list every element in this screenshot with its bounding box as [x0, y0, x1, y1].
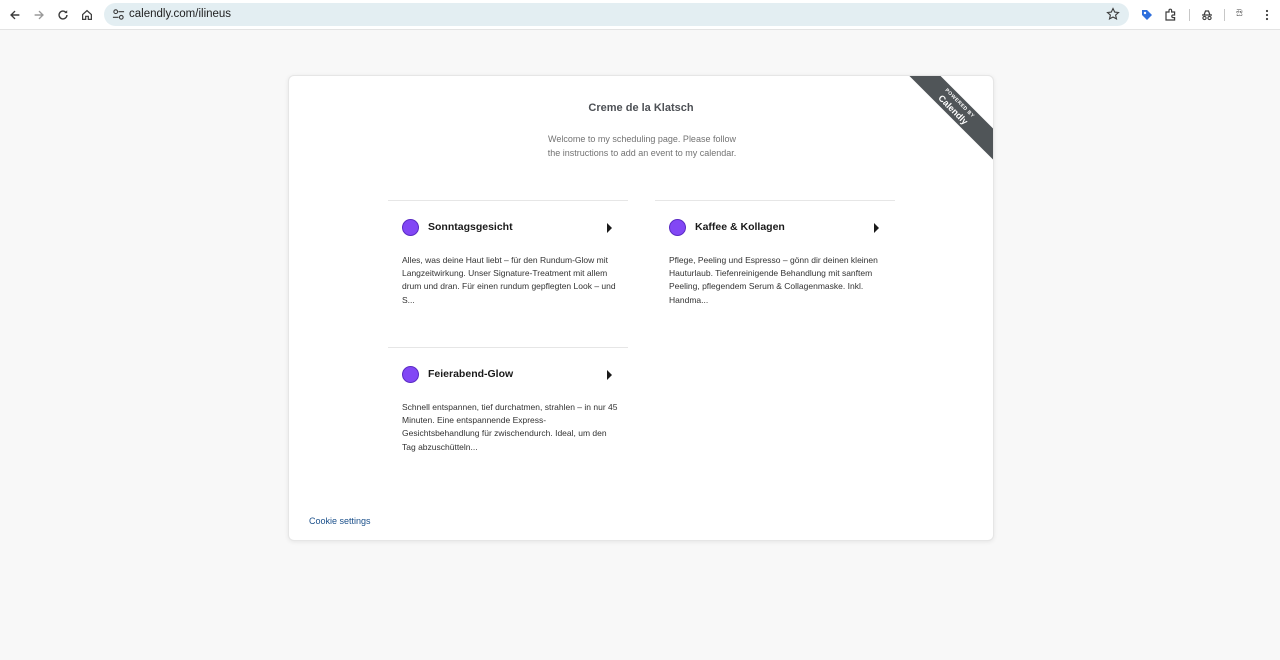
- event-description: Alles, was deine Haut liebt – für den Ru…: [402, 255, 616, 305]
- event-color-dot: [669, 219, 686, 236]
- url-text[interactable]: calendly.com/ilineus: [129, 3, 231, 26]
- caret-right-icon[interactable]: [607, 370, 612, 380]
- menu-kebab-icon[interactable]: [1259, 7, 1275, 23]
- reload-icon[interactable]: [53, 5, 73, 25]
- scheduling-card: POWERED BY Calendly Creme de la Klatsch …: [288, 75, 994, 541]
- powered-by-calendly-badge[interactable]: POWERED BY Calendly: [895, 76, 993, 168]
- profile-button[interactable]: ಔ: [1236, 8, 1243, 19]
- badge-powered-by: POWERED BY: [943, 87, 976, 120]
- cookie-settings-link[interactable]: Cookie settings: [309, 516, 371, 526]
- site-settings-icon[interactable]: [112, 8, 125, 21]
- page-title: Creme de la Klatsch: [588, 102, 694, 114]
- event-type-feierabend-glow[interactable]: Feierabend-Glow Schnell entspannen, tief…: [388, 347, 628, 494]
- browser-toolbar: calendly.com/ilineus ಔ: [0, 0, 1280, 30]
- address-bar[interactable]: calendly.com/ilineus: [104, 3, 1129, 26]
- event-description: Schnell entspannen, tief durchatmen, str…: [402, 402, 618, 452]
- event-name[interactable]: Kaffee & Kollagen: [695, 221, 785, 233]
- back-arrow-icon[interactable]: [5, 5, 25, 25]
- event-description: Pflege, Peeling und Espresso – gönn dir …: [669, 255, 878, 305]
- event-color-dot: [402, 219, 419, 236]
- toolbar-divider: [1224, 9, 1225, 21]
- welcome-message: Welcome to my scheduling page. Please fo…: [547, 134, 737, 158]
- bookmark-star-icon[interactable]: [1106, 7, 1120, 21]
- event-type-sonntagsgesicht[interactable]: Sonntagsgesicht Alles, was deine Haut li…: [388, 200, 628, 347]
- forward-arrow-icon[interactable]: [29, 5, 49, 25]
- toolbar-divider: [1189, 9, 1190, 21]
- event-color-dot: [402, 366, 419, 383]
- event-name[interactable]: Feierabend-Glow: [428, 368, 513, 380]
- caret-right-icon[interactable]: [874, 223, 879, 233]
- extensions-puzzle-icon[interactable]: [1163, 7, 1179, 23]
- home-icon[interactable]: [77, 5, 97, 25]
- event-type-kaffee-kollagen[interactable]: Kaffee & Kollagen Pflege, Peeling und Es…: [655, 200, 895, 347]
- caret-right-icon[interactable]: [607, 223, 612, 233]
- extension-tag-icon[interactable]: [1139, 7, 1155, 23]
- incognito-icon[interactable]: [1199, 7, 1215, 23]
- event-name[interactable]: Sonntagsgesicht: [428, 221, 513, 233]
